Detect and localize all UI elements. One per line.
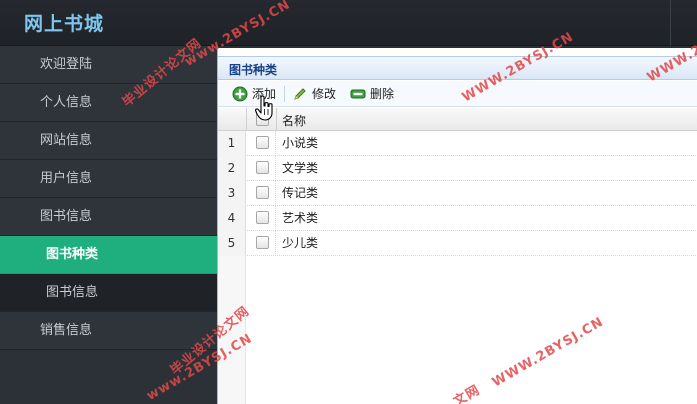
category-name: 文学类 (282, 161, 319, 175)
add-button[interactable]: 添加 (232, 85, 276, 103)
table-row[interactable]: 5 少儿类 (218, 231, 697, 256)
category-panel: 图书种类 添加 修改 删除 名称 1 小说类 2 文学类 3 传记类 4 艺术类… (217, 48, 697, 404)
delete-label: 删除 (370, 87, 395, 101)
edit-button[interactable]: 修改 (292, 85, 336, 103)
app-title: 网上书城 (24, 13, 105, 35)
table-row[interactable]: 4 艺术类 (218, 206, 697, 231)
row-number: 4 (218, 206, 246, 231)
add-label: 添加 (252, 87, 277, 101)
toolbar-separator (284, 86, 285, 102)
top-bar: 网上书城 (0, 0, 697, 46)
panel-header: 图书种类 (218, 56, 697, 80)
column-header-name[interactable]: 名称 (282, 112, 306, 129)
sidebar-item-sales-info[interactable]: 销售信息 (0, 312, 217, 350)
category-name: 艺术类 (282, 211, 319, 225)
table-row[interactable]: 3 传记类 (218, 181, 697, 206)
delete-button[interactable]: 删除 (350, 85, 394, 103)
row-number-gutter (218, 256, 246, 404)
sidebar-item-personal-info[interactable]: 个人信息 (0, 84, 217, 122)
panel-title: 图书种类 (229, 63, 278, 77)
row-check-cell (246, 206, 276, 231)
sidebar-item-welcome[interactable]: 欢迎登陆 (0, 46, 217, 84)
column-divider (246, 108, 247, 131)
sidebar-item-book-category[interactable]: 图书种类 (0, 236, 217, 274)
row-checkbox[interactable] (256, 186, 269, 199)
topbar-divider (670, 0, 671, 46)
row-check-cell (246, 181, 276, 206)
row-checkbox[interactable] (256, 161, 269, 174)
sidebar: 欢迎登陆 个人信息 网站信息 用户信息 图书信息 图书种类 图书信息 销售信息 (0, 46, 217, 404)
sidebar-item-user-info[interactable]: 用户信息 (0, 160, 217, 198)
grid-header: 名称 (218, 108, 697, 131)
table-row[interactable]: 2 文学类 (218, 156, 697, 181)
row-number: 2 (218, 156, 246, 181)
row-number: 3 (218, 181, 246, 206)
column-divider (276, 108, 277, 131)
category-name: 小说类 (282, 136, 319, 150)
category-name: 传记类 (282, 186, 319, 200)
sidebar-item-site-info[interactable]: 网站信息 (0, 122, 217, 160)
edit-label: 修改 (312, 87, 337, 101)
minus-icon (350, 89, 366, 99)
row-check-cell (246, 156, 276, 181)
add-icon (232, 86, 248, 102)
row-checkbox[interactable] (256, 136, 269, 149)
sidebar-item-book-info[interactable]: 图书信息 (0, 198, 217, 236)
category-name: 少儿类 (282, 236, 319, 250)
row-checkbox[interactable] (256, 236, 269, 249)
select-all-checkbox[interactable] (256, 113, 269, 126)
sidebar-item-book-info-sub[interactable]: 图书信息 (0, 274, 217, 312)
table-row[interactable]: 1 小说类 (218, 131, 697, 156)
toolbar: 添加 修改 删除 (218, 81, 697, 107)
category-grid: 名称 1 小说类 2 文学类 3 传记类 4 艺术类 5 少儿类 (218, 108, 697, 404)
row-number: 5 (218, 231, 246, 256)
pencil-icon (294, 88, 306, 100)
row-check-cell (246, 231, 276, 256)
row-number: 1 (218, 131, 246, 156)
row-check-cell (246, 131, 276, 156)
row-checkbox[interactable] (256, 211, 269, 224)
